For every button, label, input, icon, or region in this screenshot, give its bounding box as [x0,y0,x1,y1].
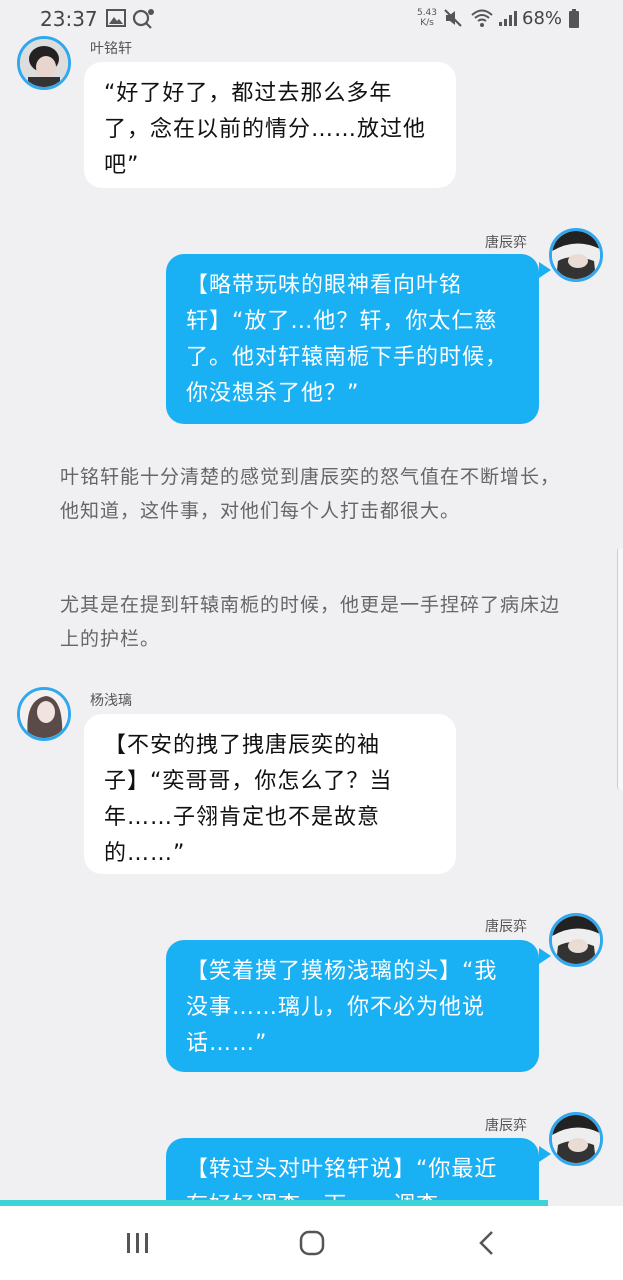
home-button[interactable] [262,1206,362,1280]
search-icon [132,8,156,34]
message-bubble[interactable]: “好了好了，都过去那么多年了，念在以前的情分……放过他吧” [84,62,456,188]
wifi-icon [470,8,494,32]
narration-paragraph: 尤其是在提到轩辕南栀的时候，他更是一手捏碎了病床边上的护栏。 [60,594,561,650]
home-icon [299,1230,325,1256]
avatar[interactable] [549,228,603,282]
network-speed-value: 5.43 [416,8,438,18]
bubble-tail [539,1146,551,1162]
status-time: 23:37 [40,7,98,31]
scroll-handle[interactable] [617,548,623,790]
network-speed-unit: K/s [420,18,434,28]
network-speed: 5.43 K/s [414,8,440,28]
message-bubble[interactable]: 【略带玩味的眼神看向叶铭轩】“放了…他？轩，你太仁慈了。他对轩辕南栀下手的时候，… [166,254,539,424]
image-icon [106,9,126,31]
battery-icon [568,9,580,33]
signal-icon [498,9,518,31]
back-button[interactable] [437,1206,537,1280]
avatar[interactable] [549,1112,603,1166]
recent-apps-icon [127,1233,148,1253]
battery-percent: 68% [522,8,563,29]
back-icon [479,1231,493,1255]
mute-icon [444,9,462,31]
navigation-bar [0,1206,623,1280]
speaker-name: 杨浅璃 [90,693,132,709]
message-bubble[interactable]: 【笑着摸了摸杨浅璃的头】“我没事……璃儿，你不必为他说话……” [166,940,539,1072]
speaker-name: 唐辰弈 [485,1118,527,1134]
avatar[interactable] [17,687,71,741]
avatar[interactable] [17,36,71,90]
speaker-name: 唐辰弈 [485,235,527,251]
bubble-tail [539,262,551,278]
recent-apps-button[interactable] [88,1206,188,1280]
bubble-tail [539,948,551,964]
speaker-name: 叶铭轩 [90,41,132,57]
message-bubble[interactable]: 【不安的拽了拽唐辰奕的袖子】“奕哥哥，你怎么了？当年……子翎肯定也不是故意的……… [84,714,456,874]
narration-paragraph: 叶铭轩能十分清楚的感觉到唐辰奕的怒气值在不断增长，他知道，这件事，对他们每个人打… [60,466,561,522]
speaker-name: 唐辰弈 [485,919,527,935]
status-bar: 23:37 5.43 K/s 68% [0,0,623,38]
avatar[interactable] [549,913,603,967]
